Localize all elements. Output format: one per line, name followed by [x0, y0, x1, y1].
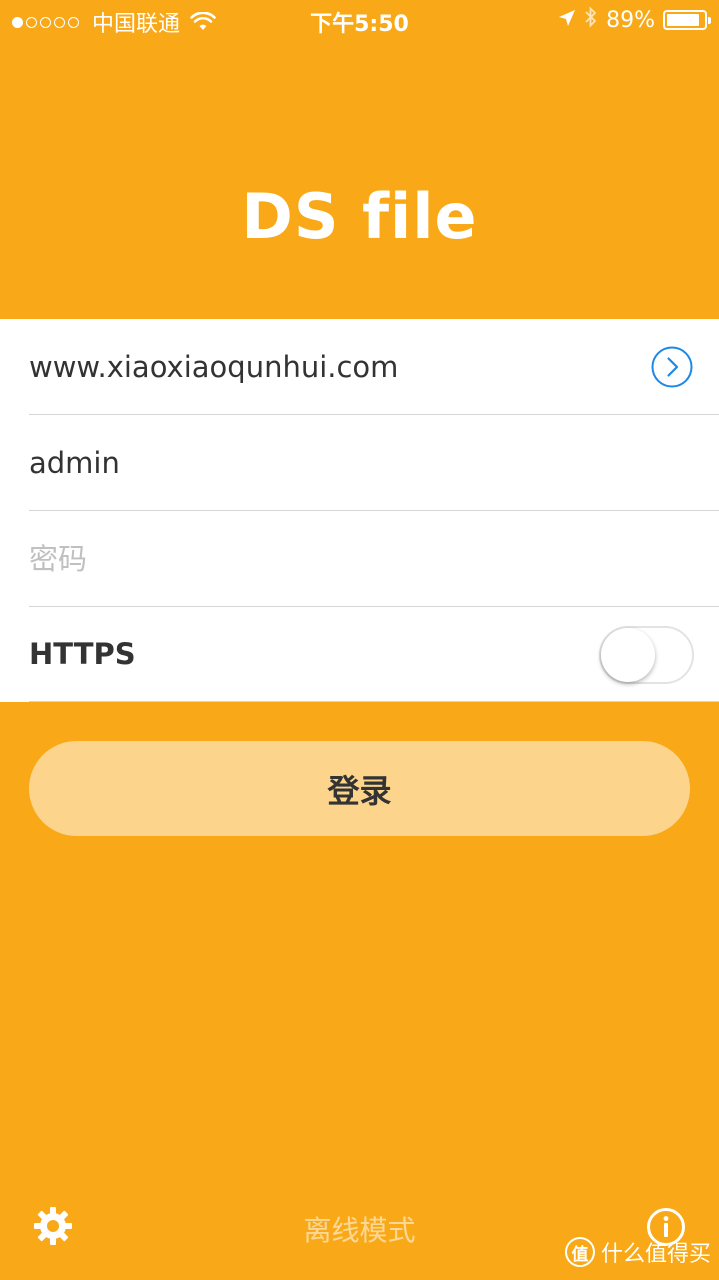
status-bar-right: 89% [550, 6, 711, 34]
login-form: HTTPS [0, 319, 719, 702]
status-bar: 中国联通 下午5:50 89% [0, 0, 719, 40]
app-title: DS file [241, 180, 478, 253]
battery-percent: 89% [606, 7, 655, 33]
battery-fill [667, 14, 700, 26]
bluetooth-icon [584, 6, 598, 34]
battery-icon [663, 10, 711, 30]
username-row [29, 415, 719, 511]
https-label: HTTPS [29, 637, 136, 671]
toggle-knob [601, 628, 655, 682]
login-button[interactable]: 登录 [29, 741, 690, 836]
password-input[interactable] [29, 541, 609, 576]
password-row [29, 511, 719, 607]
server-row [29, 319, 719, 415]
username-input[interactable] [29, 445, 609, 480]
server-go-button[interactable] [651, 346, 693, 388]
watermark-badge: 值 [564, 1237, 595, 1267]
watermark: 值 什么值得买 [564, 1236, 711, 1268]
server-address-input[interactable] [29, 349, 609, 384]
https-toggle[interactable] [599, 626, 694, 684]
chevron-right-circle-icon [651, 346, 693, 388]
location-arrow-icon [558, 8, 576, 33]
watermark-text: 什么值得买 [600, 1242, 711, 1267]
